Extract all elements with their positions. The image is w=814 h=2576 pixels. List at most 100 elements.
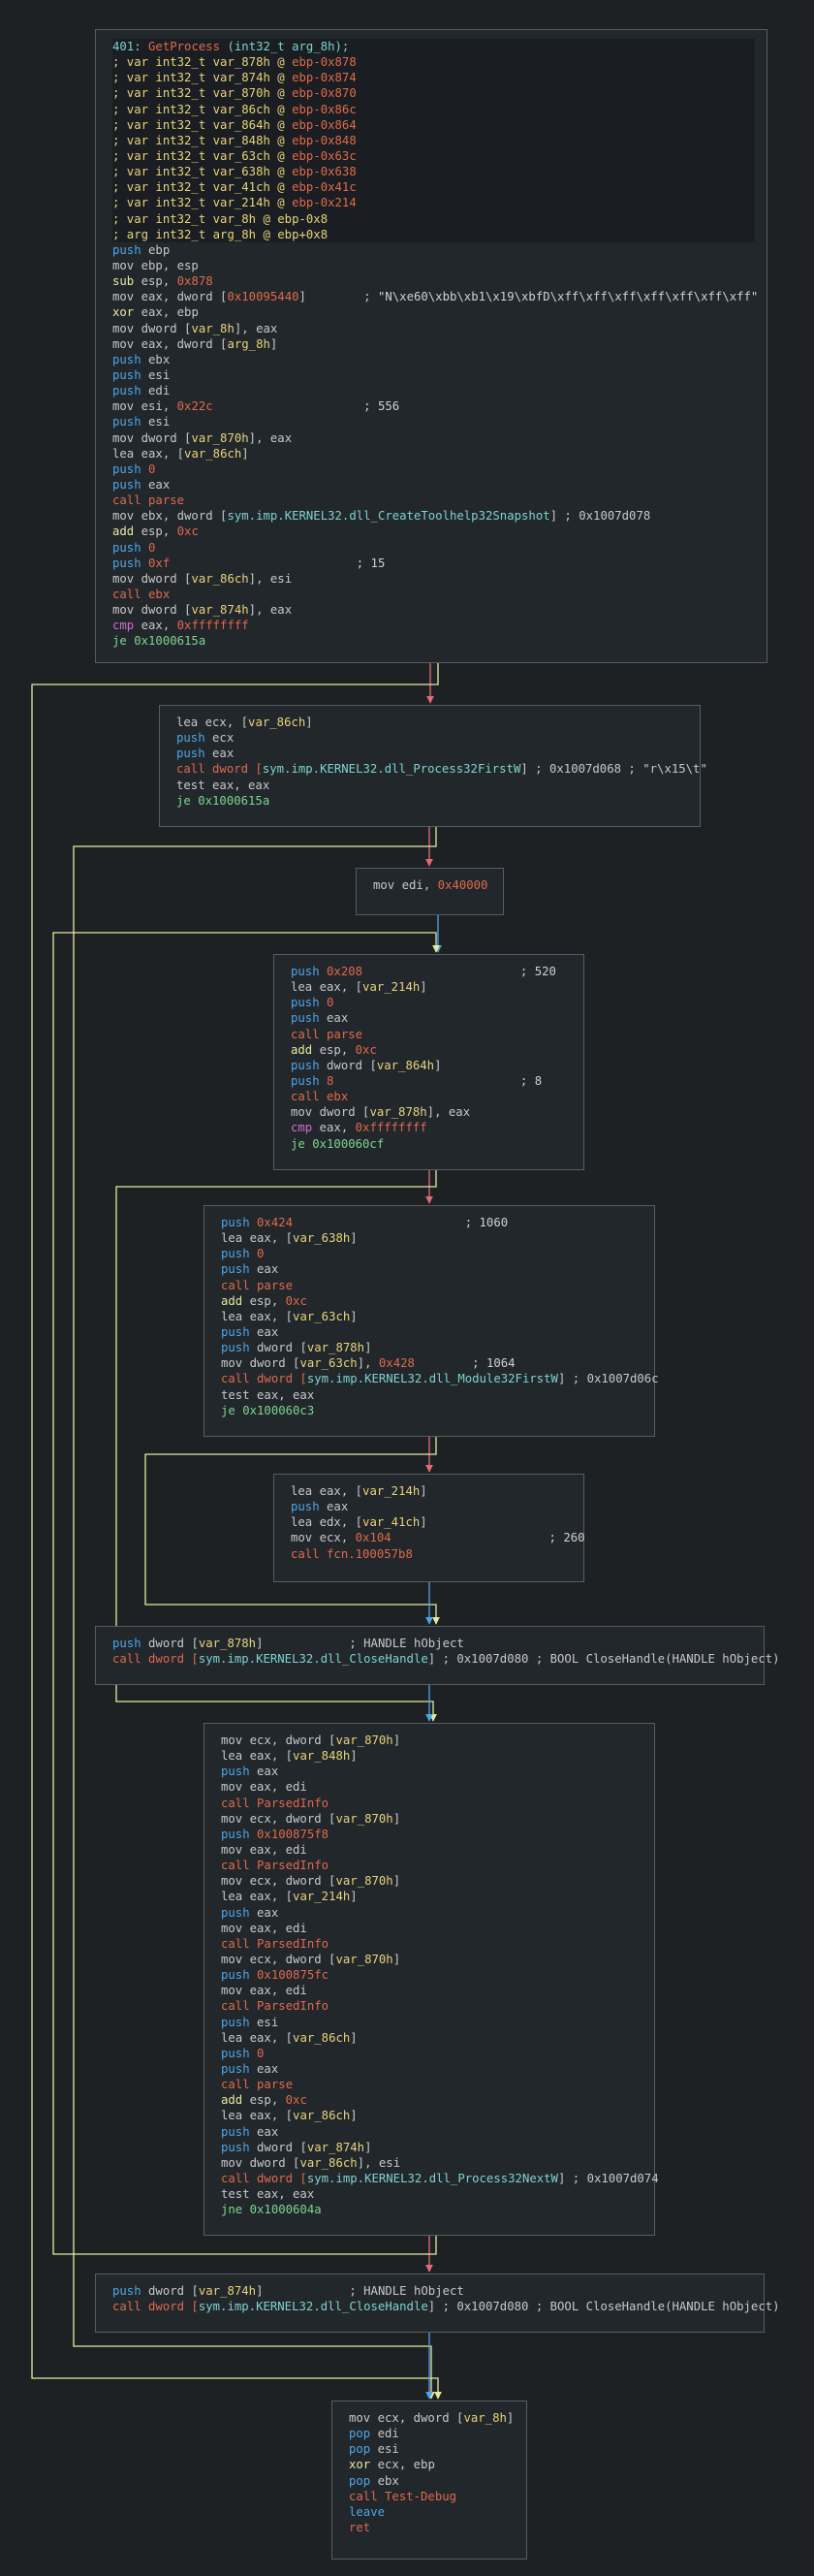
code-token: mov eax, edi [221, 1842, 307, 1857]
code-token: ; var int32_t var_214h @ [112, 196, 293, 210]
code-token: lea ecx, [ [176, 716, 249, 729]
code-token: mov ebp, esp [112, 258, 199, 272]
code-token: push [221, 1216, 250, 1229]
code-token: ] [392, 1733, 401, 1747]
code-line: ; var int32_t var_848h @ ebp-0x848 [112, 132, 755, 148]
code-token: jne 0x1000604a [221, 2203, 322, 2217]
code-line: call parse [221, 2077, 642, 2092]
code-token: ] ; 0x1007d080 ; BOOL CloseHandle(HANDLE… [427, 1652, 780, 1667]
code-token: ] [420, 980, 427, 995]
code-token: ], eax [248, 603, 293, 618]
code-block-fcn-call[interactable]: lea eax, [var_214h] push eax lea edx, [var… [273, 1474, 585, 1582]
code-token: arg_8h [227, 336, 270, 351]
code-token: eax [249, 2061, 279, 2076]
code-line: push 0 [291, 995, 572, 1010]
code-token: mov dword [ [221, 1356, 300, 1371]
code-line: push ebx [112, 352, 755, 367]
code-line: lea eax, [var_214h] [221, 1889, 642, 1904]
code-line: mov ecx, dword [var_870h] [221, 1811, 642, 1827]
code-token: esp, [242, 2093, 286, 2108]
code-block-module32first[interactable]: push 0x424 ; 1060 lea eax, [var_638h] push… [204, 1205, 659, 1437]
code-token: mov edi, [373, 878, 438, 892]
code-token: lea eax, [ [221, 2030, 294, 2045]
code-token: test eax, eax [221, 1387, 315, 1402]
code-block-closehandle-module[interactable]: push dword [var_878h] ; HANDLE hObject ca… [95, 1626, 780, 1685]
code-token: ], eax [248, 430, 293, 445]
code-line: mov eax, edi [221, 1779, 642, 1795]
code-token: 0 [148, 461, 156, 476]
code-token: ; 260 [391, 1531, 585, 1545]
code-token: push [112, 1637, 141, 1650]
code-token: push [176, 731, 205, 746]
code-line: mov ecx, dword [var_870h] [221, 1952, 642, 1967]
code-token: ] ; 0x1007d074 [557, 2171, 659, 2185]
code-line: lea eax, [var_214h] [291, 979, 572, 995]
code-token: ebp-0x41c [292, 180, 357, 195]
code-token: ; 8 [333, 1073, 543, 1088]
code-token: lea eax, [ [221, 1231, 294, 1246]
code-token: var_878h [198, 1637, 257, 1650]
code-token: mov dword [ [112, 321, 192, 335]
code-token: push [221, 2140, 250, 2154]
code-line: mov dword [var_874h], eax [112, 602, 755, 618]
code-token: 0xf [148, 556, 171, 570]
code-token: sym.imp.KERNEL32.dll_Process32NextW [306, 2171, 558, 2185]
code-line: mov ecx, dword [var_8h] [349, 2410, 515, 2426]
code-line: call dword [sym.imp.KERNEL32.dll_Process… [221, 2171, 659, 2186]
code-block-snapshot[interactable]: push 0x208 ; 520 lea eax, [var_214h] push … [273, 954, 584, 1170]
code-line: xor ecx, ebp [349, 2457, 515, 2472]
code-line: mov edi, 0x40000 [373, 877, 491, 893]
code-token: ; 1064 [414, 1356, 516, 1371]
code-token: sym.imp.KERNEL32.dll_CloseHandle [198, 2300, 428, 2314]
code-block-mov-edi[interactable]: mov edi, 0x40000 [356, 868, 504, 915]
code-line: ; var int32_t var_8h @ ebp-0x8 [112, 210, 755, 227]
code-line: cmp eax, 0xffffffff [291, 1120, 572, 1135]
code-token: push [291, 1058, 320, 1072]
code-token: push [221, 2124, 250, 2139]
code-token: var_86ch [293, 2030, 351, 2045]
code-token: "N\xe60\xbb\xb1\x19\xbfD\xff\xff\xff\xff… [377, 290, 759, 304]
code-token: ] [350, 1890, 358, 1904]
code-token: 0xc [285, 2093, 307, 2108]
code-token: lea eax, [ [112, 446, 185, 461]
code-token: ] [350, 2030, 358, 2045]
code-token: esp, [312, 1042, 356, 1057]
code-line: push 0 [112, 540, 755, 556]
code-token: GetProcess [148, 40, 221, 53]
code-token: ; var int32_t var_638h @ [112, 165, 293, 179]
code-token: 0x104 [355, 1531, 391, 1545]
code-token: ] [420, 1484, 427, 1498]
code-token: ] [392, 1874, 401, 1889]
code-token: call [112, 587, 141, 601]
code-line: je 0x1000615a [112, 633, 755, 649]
code-token: sym.imp.KERNEL32.dll_Process32FirstW [262, 762, 521, 777]
code-token: eax, [312, 1121, 356, 1135]
code-line: push esi [112, 414, 755, 429]
code-line: test eax, eax [221, 1387, 642, 1403]
code-token: mov dword [ [112, 571, 192, 586]
code-token: dword [ [141, 1637, 199, 1650]
code-block-closehandle-process[interactable]: push dword [var_874h] ; HANDLE hObject ca… [95, 2274, 780, 2333]
code-token: xor [112, 305, 135, 320]
code-token: mov eax, dword [ [112, 336, 228, 351]
code-token: mov ecx, dword [ [221, 1952, 336, 1966]
code-token: ebp [141, 242, 171, 257]
code-line: call ebx [291, 1089, 572, 1104]
code-token: cmp [112, 619, 135, 633]
code-token: call dword [ [176, 762, 263, 777]
code-token: mov eax, edi [221, 1984, 307, 1998]
code-token: esi [370, 2442, 399, 2457]
code-token: call dword [ [112, 2300, 199, 2314]
code-line: mov eax, edi [221, 1842, 642, 1858]
code-token: ] [350, 1309, 358, 1323]
code-block-process32first[interactable]: lea ecx, [var_86ch] push ecx push eax call … [159, 705, 707, 827]
code-block-entry[interactable]: 401: GetProcess (int32_t arg_8h);; var i… [95, 29, 767, 663]
code-token: ebx [141, 587, 171, 601]
code-token: ; var int32_t var_870h @ [112, 86, 293, 101]
code-block-parsed-info-loop[interactable]: mov ecx, dword [var_870h]lea eax, [var_8… [204, 1723, 659, 2236]
code-token: mov eax, edi [221, 1780, 307, 1795]
code-line: push eax [221, 1261, 642, 1277]
code-token: sym.imp.KERNEL32.dll_Module32FirstW [306, 1372, 558, 1386]
code-block-epilogue[interactable]: mov ecx, dword [var_8h] pop edi pop esi xor… [331, 2401, 527, 2560]
